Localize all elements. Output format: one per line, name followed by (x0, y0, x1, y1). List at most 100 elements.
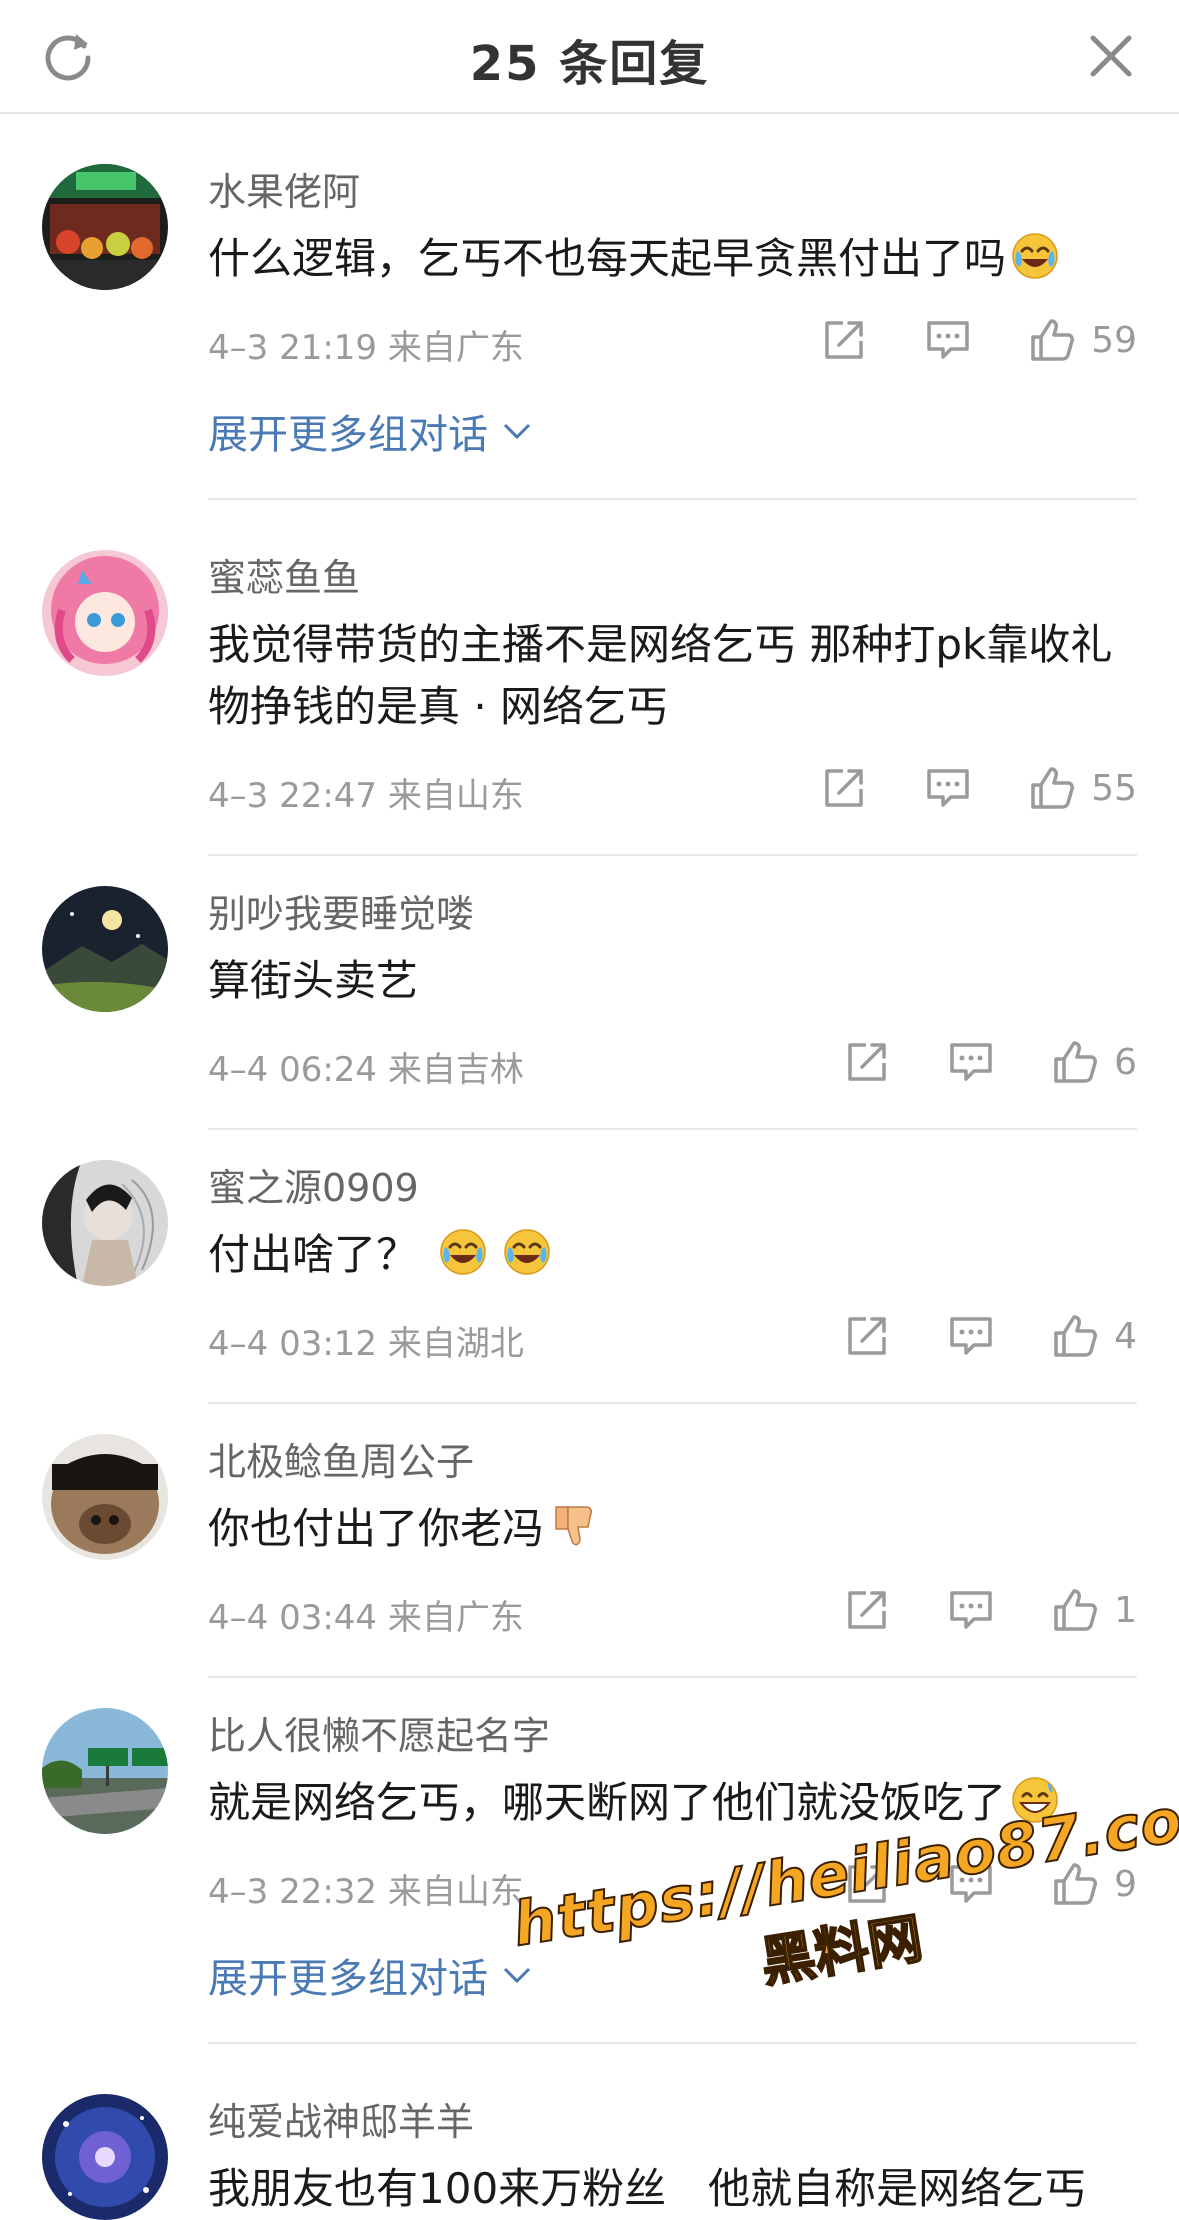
avatar[interactable] (42, 550, 168, 676)
like-button[interactable]: 6 (1052, 1039, 1137, 1085)
comment-time: 4–4 06:24 来自吉林 (208, 1042, 524, 1091)
comment-icon[interactable] (948, 1313, 994, 1359)
expand-conversation-link[interactable]: 展开更多组对话 (208, 1946, 1137, 2004)
comment-item: 蜜蕊鱼鱼 我觉得带货的主播不是网络乞丐 那种打pk靠收礼物挣钱的是真 · 网络乞… (0, 500, 1179, 856)
comment-text: 算街头卖艺 (208, 950, 1137, 1012)
laugh-cry-emoji-icon (502, 1227, 552, 1277)
comment-icon[interactable] (925, 765, 971, 811)
avatar[interactable] (42, 164, 168, 290)
comment-date: 4–4 03:12 (208, 1324, 378, 1364)
chevron-down-icon (503, 423, 531, 440)
like-count: 9 (1114, 1863, 1137, 1905)
share-icon[interactable] (844, 1587, 890, 1633)
comment-username[interactable]: 纯爱战神邸羊羊 (208, 2100, 1137, 2144)
like-button[interactable]: 9 (1052, 1861, 1137, 1907)
comment-actions: 55 (763, 758, 1137, 818)
like-button[interactable]: 55 (1029, 765, 1137, 811)
comment-item: 水果佬阿 什么逻辑，乞丐不也每天起早贪黑付出了吗 4–3 21:19 来自广东 … (0, 114, 1179, 500)
comment-username[interactable]: 比人很懒不愿起名字 (208, 1714, 1137, 1758)
comment-meta: 4–4 06:24 来自吉林 6 (208, 1032, 1137, 1092)
comment-item: 别吵我要睡觉喽 算街头卖艺 4–4 06:24 来自吉林 6 (0, 856, 1179, 1130)
comment-username[interactable]: 蜜蕊鱼鱼 (208, 556, 1137, 600)
comment-actions: 1 (786, 1580, 1137, 1640)
comment-time: 4–3 21:19 来自广东 (208, 320, 524, 369)
like-button[interactable]: 4 (1052, 1313, 1137, 1359)
share-icon[interactable] (844, 1313, 890, 1359)
comment-text: 你也付出了你老冯 (208, 1498, 1137, 1560)
avatar[interactable] (42, 1708, 168, 1834)
comment-text-content: 我觉得带货的主播不是网络乞丐 那种打pk靠收礼物挣钱的是真 · 网络乞丐 (208, 620, 1113, 731)
avatar[interactable] (42, 886, 168, 1012)
avatar[interactable] (42, 1434, 168, 1560)
comment-text: 付出啥了？ (208, 1224, 1137, 1286)
comment-text-content: 算街头卖艺 (208, 956, 419, 1005)
share-icon[interactable] (821, 317, 867, 363)
comment-actions: 59 (763, 310, 1137, 370)
comment-text-content: 付出啥了？ (208, 1230, 419, 1279)
comment-actions: 6 (786, 1032, 1137, 1092)
comment-date: 4–3 22:47 (208, 776, 378, 816)
comment-location: 来自广东 (387, 328, 524, 368)
thumbs-up-icon (1052, 1587, 1098, 1633)
comment-icon[interactable] (948, 1039, 994, 1085)
comment-meta: 4–3 22:32 来自山东 9 (208, 1854, 1137, 1914)
comment-date: 4–4 06:24 (208, 1050, 378, 1090)
comment-text: 我朋友也有100来万粉丝 他就自称是网络乞丐 (208, 2158, 1137, 2220)
like-count: 4 (1114, 1315, 1137, 1357)
comment-date: 4–3 21:19 (208, 328, 378, 368)
comment-username[interactable]: 北极鲶鱼周公子 (208, 1440, 1137, 1484)
comment-icon[interactable] (925, 317, 971, 363)
laugh-cry-emoji-icon (1010, 231, 1060, 281)
chevron-down-icon (503, 1967, 531, 1984)
comment-time: 4–4 03:44 来自广东 (208, 1590, 524, 1639)
comment-text-content: 你也付出了你老冯 (208, 1504, 545, 1553)
thumbs-up-icon (1052, 1039, 1098, 1085)
comment-meta: 4–4 03:44 来自广东 1 (208, 1580, 1137, 1640)
comment-meta: 4–4 03:12 来自湖北 4 (208, 1306, 1137, 1366)
comment-location: 来自山东 (387, 776, 524, 816)
comment-text-content: 我朋友也有100来万粉丝 他就自称是网络乞丐 (208, 2164, 1087, 2213)
comment-text: 就是网络乞丐，哪天断网了他们就没饭吃了 (208, 1772, 1137, 1834)
comment-date: 4–3 22:32 (208, 1872, 378, 1912)
comment-icon[interactable] (948, 1587, 994, 1633)
laugh-cry-emoji-icon (438, 1227, 488, 1277)
comment-username[interactable]: 别吵我要睡觉喽 (208, 892, 1137, 936)
comment-actions: 9 (786, 1854, 1137, 1914)
thumbs-up-icon (1052, 1313, 1098, 1359)
like-count: 55 (1091, 767, 1137, 809)
comment-item: 纯爱战神邸羊羊 我朋友也有100来万粉丝 他就自称是网络乞丐 (0, 2044, 1179, 2220)
share-icon[interactable] (844, 1039, 890, 1085)
comment-text: 什么逻辑，乞丐不也每天起早贪黑付出了吗 (208, 228, 1137, 290)
comment-text-content: 就是网络乞丐，哪天断网了他们就没饭吃了 (208, 1778, 1007, 1827)
grin-sweat-emoji-icon (1010, 1775, 1060, 1825)
comment-location: 来自湖北 (387, 1324, 524, 1364)
comment-icon[interactable] (948, 1861, 994, 1907)
comment-location: 来自广东 (387, 1598, 524, 1638)
page-title: 25 条回复 (469, 36, 710, 92)
share-icon[interactable] (844, 1861, 890, 1907)
header-bar: 25 条回复 (0, 0, 1179, 114)
avatar[interactable] (42, 2094, 168, 2220)
expand-conversation-link[interactable]: 展开更多组对话 (208, 402, 1137, 460)
reply-list: 水果佬阿 什么逻辑，乞丐不也每天起早贪黑付出了吗 4–3 21:19 来自广东 … (0, 114, 1179, 2220)
comment-text: 我觉得带货的主播不是网络乞丐 那种打pk靠收礼物挣钱的是真 · 网络乞丐 (208, 614, 1137, 738)
share-icon[interactable] (821, 765, 867, 811)
comment-meta: 4–3 21:19 来自广东 59 (208, 310, 1137, 370)
thumbs-up-icon (1029, 765, 1075, 811)
comment-actions: 4 (786, 1306, 1137, 1366)
like-button[interactable]: 1 (1052, 1587, 1137, 1633)
close-icon[interactable] (1083, 28, 1139, 84)
comment-item: 北极鲶鱼周公子 你也付出了你老冯 4–4 03:44 来自广东 1 (0, 1404, 1179, 1678)
comment-meta: 4–3 22:47 来自山东 55 (208, 758, 1137, 818)
comment-text-content: 什么逻辑，乞丐不也每天起早贪黑付出了吗 (208, 234, 1007, 283)
like-button[interactable]: 59 (1029, 317, 1137, 363)
comment-username[interactable]: 蜜之源0909 (208, 1166, 1137, 1210)
thumbs-down-emoji-icon (548, 1501, 598, 1551)
comment-location: 来自山东 (387, 1872, 524, 1912)
thumbs-up-icon (1052, 1861, 1098, 1907)
comment-item: 蜜之源0909 付出啥了？ 4–4 03:12 来自湖北 4 (0, 1130, 1179, 1404)
comment-username[interactable]: 水果佬阿 (208, 170, 1137, 214)
comment-date: 4–4 03:44 (208, 1598, 378, 1638)
comment-time: 4–3 22:47 来自山东 (208, 768, 524, 817)
avatar[interactable] (42, 1160, 168, 1286)
